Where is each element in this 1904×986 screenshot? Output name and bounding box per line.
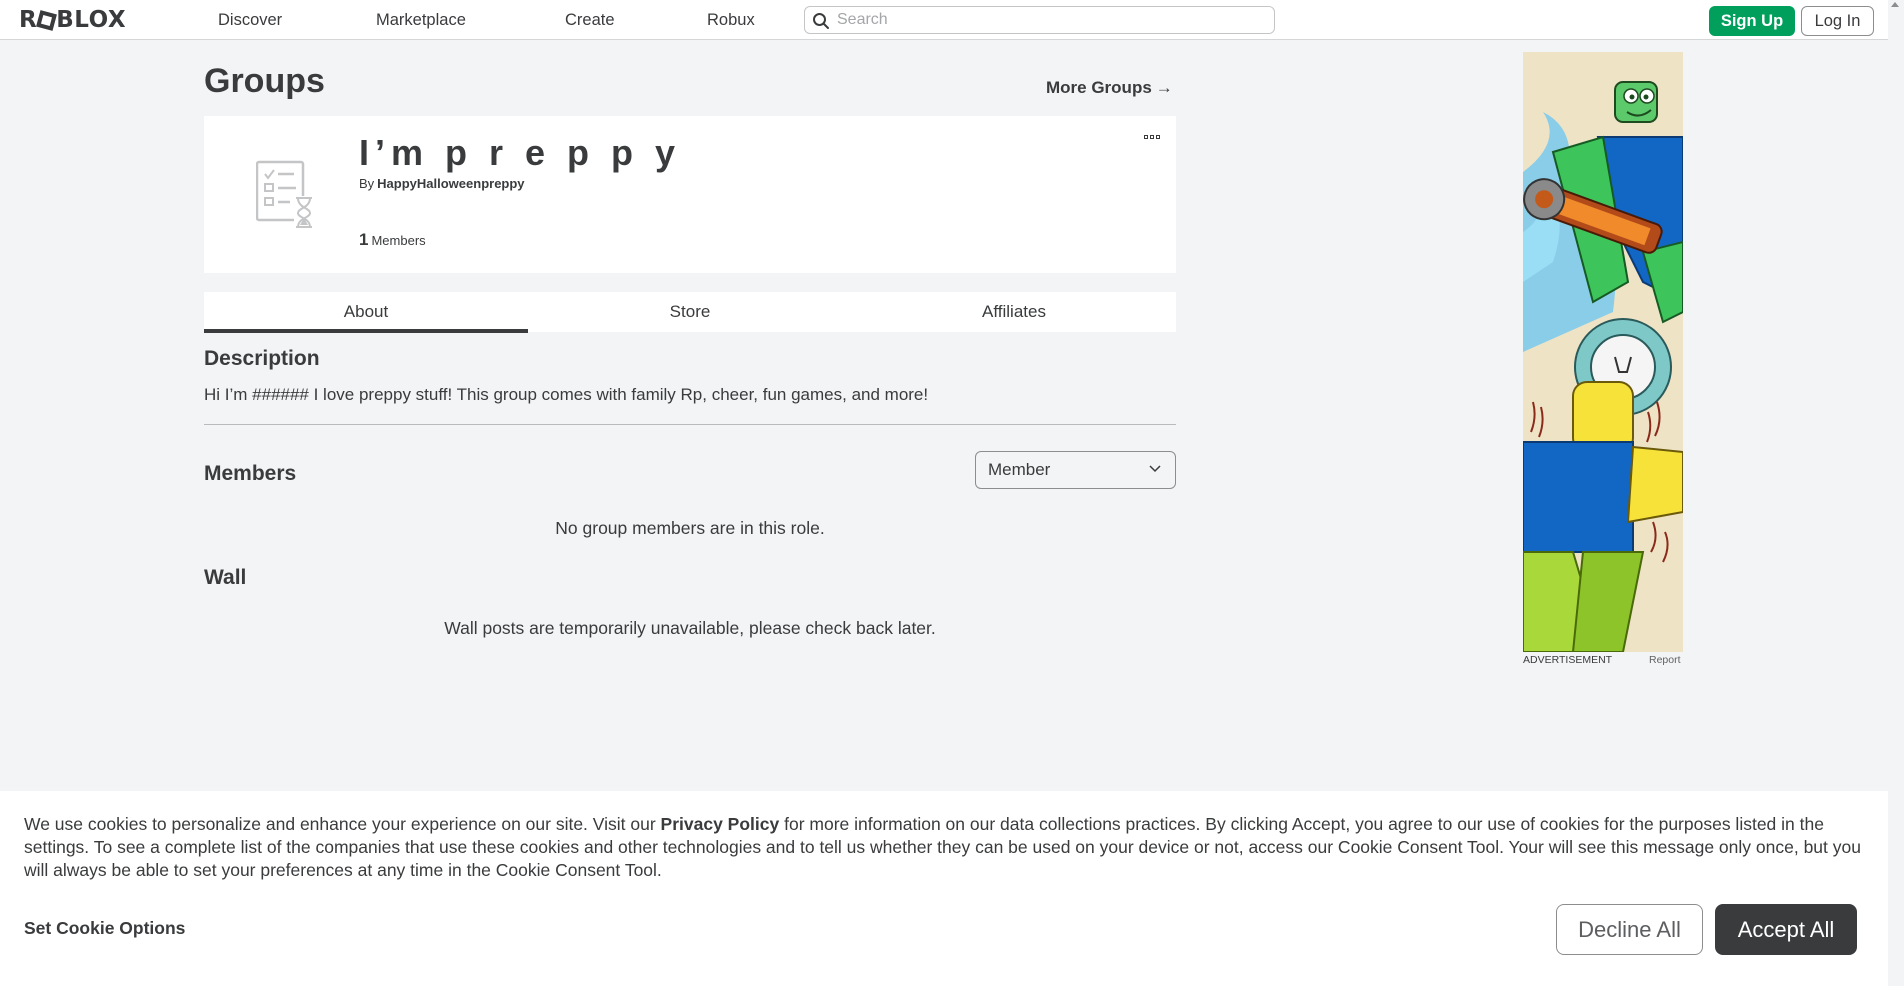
- owner-link[interactable]: HappyHalloweenpreppy: [377, 176, 524, 191]
- section-divider: [204, 424, 1176, 425]
- ad-report-link[interactable]: Report: [1649, 654, 1681, 666]
- group-tabs: About Store Affiliates: [204, 292, 1176, 333]
- logo-o-icon: [36, 9, 58, 31]
- nav-marketplace[interactable]: Marketplace: [376, 0, 466, 40]
- decline-all-button[interactable]: Decline All: [1556, 904, 1703, 955]
- role-dropdown[interactable]: Member: [975, 451, 1176, 489]
- page-title: Groups: [204, 62, 325, 100]
- members-empty-text: No group members are in this role.: [555, 518, 825, 538]
- nav-create[interactable]: Create: [565, 0, 615, 40]
- group-member-count: 1 Members: [359, 230, 426, 250]
- group-emblem-placeholder-icon: [256, 160, 312, 228]
- cookie-consent-banner: We use cookies to personalize and enhanc…: [0, 791, 1888, 986]
- login-button[interactable]: Log In: [1801, 6, 1874, 36]
- top-navigation-bar: R BLOX Discover Marketplace Create Robux …: [0, 0, 1888, 40]
- members-title: Members: [204, 462, 297, 485]
- nav-discover[interactable]: Discover: [218, 0, 282, 40]
- more-groups-label: More Groups: [1046, 78, 1152, 97]
- signup-button[interactable]: Sign Up: [1709, 6, 1795, 36]
- advertisement-label: ADVERTISEMENT: [1523, 654, 1613, 666]
- description-text: Hi I’m ###### I love preppy stuff! This …: [204, 385, 929, 404]
- tab-store[interactable]: Store: [528, 292, 852, 332]
- arrow-right-icon: →: [1155, 78, 1173, 97]
- search-icon: [813, 13, 829, 29]
- group-header-card: I’m p r e p p y By HappyHalloweenpreppy 1…: [204, 116, 1176, 273]
- more-options-icon[interactable]: [1144, 132, 1162, 142]
- roblox-logo[interactable]: R BLOX: [19, 7, 126, 33]
- more-groups-link[interactable]: More Groups →: [1046, 78, 1173, 98]
- owner-by-label: By: [359, 176, 375, 191]
- member-count-label: Members: [371, 233, 426, 248]
- group-name: I’m p r e p p y: [359, 132, 682, 173]
- scrollbar-up-arrow-icon[interactable]: [1891, 2, 1899, 7]
- role-dropdown-value: Member: [988, 460, 1051, 479]
- member-count-value: 1: [359, 230, 369, 249]
- cookie-consent-text: We use cookies to personalize and enhanc…: [24, 814, 1861, 880]
- description-title: Description: [204, 347, 320, 370]
- wall-title: Wall: [204, 566, 247, 589]
- wall-unavailable-text: Wall posts are temporarily unavailable, …: [444, 618, 936, 638]
- search-box[interactable]: [804, 6, 1275, 34]
- privacy-policy-link[interactable]: Privacy Policy: [661, 814, 780, 834]
- advertisement-image: [1523, 52, 1683, 652]
- search-input[interactable]: [837, 9, 1267, 31]
- group-owner-line: By HappyHalloweenpreppy: [359, 176, 525, 191]
- nav-robux[interactable]: Robux: [707, 0, 755, 40]
- tab-about[interactable]: About: [204, 292, 528, 333]
- set-cookie-options-link[interactable]: Set Cookie Options: [24, 918, 185, 939]
- advertisement-banner[interactable]: [1523, 52, 1683, 652]
- tab-affiliates[interactable]: Affiliates: [852, 292, 1176, 332]
- accept-all-button[interactable]: Accept All: [1715, 904, 1857, 955]
- chevron-down-icon: [1149, 465, 1161, 473]
